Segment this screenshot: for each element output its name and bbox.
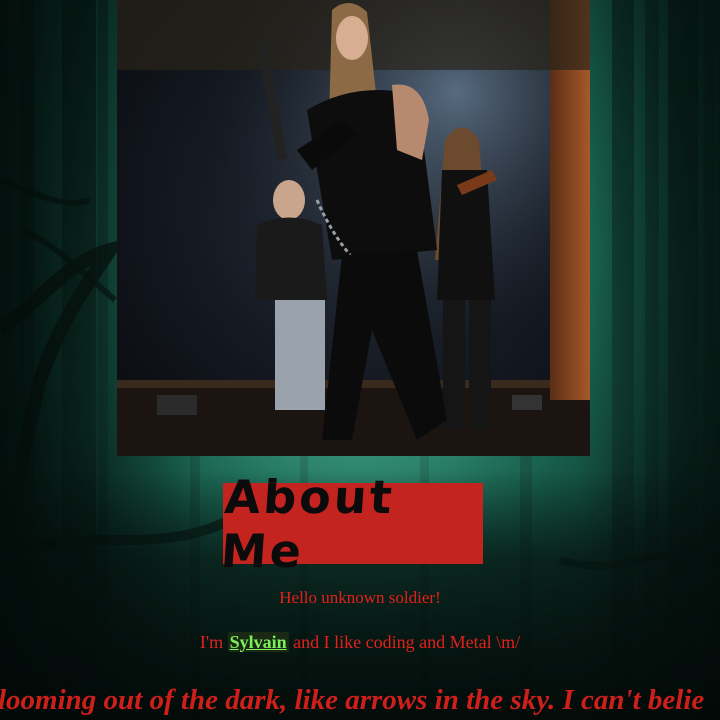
intro-text: I'm Sylvain and I like coding and Metal … [0, 632, 720, 653]
about-me-heading-box: About Me [219, 470, 483, 578]
scrolling-lyrics: looming out of the dark, like arrows in … [0, 684, 705, 716]
band-photo [117, 0, 590, 456]
intro-suffix: and I like coding and Metal \m/ [288, 632, 521, 652]
name-link[interactable]: Sylvain [227, 632, 289, 652]
vignette-right [580, 0, 720, 720]
greeting-text: Hello unknown soldier! [279, 588, 441, 607]
intro-prefix: I'm [199, 632, 228, 652]
about-me-title: About Me [219, 469, 397, 578]
